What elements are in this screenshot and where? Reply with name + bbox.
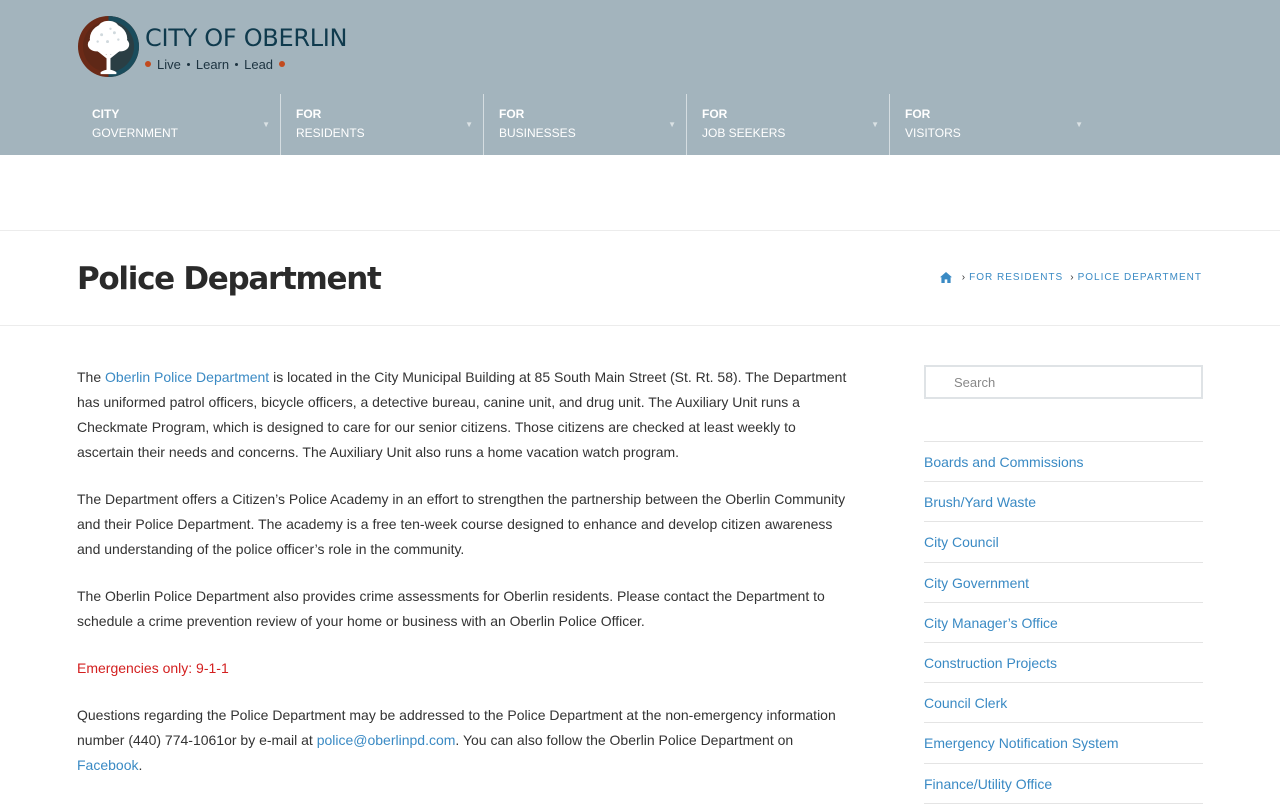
police-department-link[interactable]: Oberlin Police Department: [105, 369, 269, 385]
contact-paragraph: Questions regarding the Police Departmen…: [77, 703, 849, 778]
nav-item-bottom-label: JOB SEEKERS: [702, 126, 786, 140]
facebook-link[interactable]: Facebook: [77, 757, 138, 773]
sidebar-item-construction-projects[interactable]: Construction Projects: [924, 643, 1203, 684]
nav-item-residents[interactable]: FOR RESIDENTS ▼: [281, 94, 484, 155]
sidebar-item-city-government[interactable]: City Government: [924, 563, 1203, 603]
tagline-word: Learn: [195, 56, 230, 72]
nav-item-top-label: FOR: [296, 107, 322, 121]
breadcrumb-police-department[interactable]: POLICE DEPARTMENT: [1078, 272, 1202, 283]
sidebar-item-city-managers-office[interactable]: City Manager’s Office: [924, 603, 1203, 643]
logo-tagline: Live Learn Lead: [145, 56, 286, 72]
paragraph-text: . You can also follow the Oberlin Police…: [455, 732, 794, 748]
sidebar-item-council-clerk[interactable]: Council Clerk: [924, 683, 1203, 724]
breadcrumb-separator-icon: ›: [961, 272, 967, 283]
paragraph-text: The: [77, 369, 106, 385]
tagline-dot-icon: [279, 61, 286, 67]
tagline-word: Lead: [244, 56, 274, 72]
logo-title: CITY OF OBERLIN: [145, 24, 348, 52]
emergency-notice: Emergencies only: 9-1-1: [77, 660, 229, 676]
main-nav: CITY GOVERNMENT ▼ FOR RESIDENTS ▼ FOR BU…: [77, 94, 1093, 155]
home-icon[interactable]: [939, 272, 952, 283]
site-header: CITY OF OBERLIN Live Learn Lead CITY GOV…: [0, 0, 1280, 155]
search-input[interactable]: [926, 367, 1201, 397]
nav-item-job-seekers[interactable]: FOR JOB SEEKERS ▼: [687, 94, 890, 155]
chevron-down-icon: ▼: [668, 120, 676, 129]
sidebar: Boards and Commissions Brush/Yard Waste …: [924, 365, 1203, 804]
nav-item-visitors[interactable]: FOR VISITORS ▼: [890, 94, 1093, 155]
breadcrumb: › FOR RESIDENTS › POLICE DEPARTMENT: [939, 272, 1202, 283]
nav-item-bottom-label: RESIDENTS: [296, 126, 365, 140]
nav-item-bottom-label: GOVERNMENT: [92, 126, 179, 140]
chevron-down-icon: ▼: [871, 120, 879, 129]
nav-item-businesses[interactable]: FOR BUSINESSES ▼: [484, 94, 687, 155]
chevron-down-icon: ▼: [262, 120, 270, 129]
chevron-down-icon: ▼: [1075, 120, 1083, 129]
paragraph-text: .: [138, 757, 143, 773]
nav-item-bottom-label: BUSINESSES: [499, 126, 576, 140]
sidebar-item-finance-utility-office[interactable]: Finance/Utility Office: [924, 764, 1203, 804]
nav-item-bottom-label: VISITORS: [905, 126, 961, 140]
search-box: [924, 365, 1203, 399]
sidebar-links: Boards and Commissions Brush/Yard Waste …: [924, 441, 1203, 804]
breadcrumb-separator-icon: ›: [1070, 272, 1075, 283]
tagline-dot-icon: [145, 61, 151, 67]
tree-emblem-icon: [77, 15, 140, 78]
breadcrumb-for-residents[interactable]: FOR RESIDENTS: [969, 272, 1063, 283]
crime-assessment-paragraph: The Oberlin Police Department also provi…: [77, 588, 825, 629]
page-title-bar: Police Department › FOR RESIDENTS › POLI…: [0, 230, 1280, 326]
academy-paragraph: The Department offers a Citizen’s Police…: [77, 491, 846, 557]
chevron-down-icon: ▼: [465, 120, 473, 129]
nav-item-top-label: FOR: [499, 107, 525, 121]
sidebar-item-boards-and-commissions[interactable]: Boards and Commissions: [924, 442, 1203, 483]
nav-item-top-label: FOR: [702, 107, 728, 121]
tagline-word: Live: [157, 56, 181, 72]
sidebar-item-emergency-notification-system[interactable]: Emergency Notification System: [924, 723, 1203, 764]
tagline-separator-icon: [186, 62, 190, 66]
tagline-separator-icon: [235, 62, 239, 66]
main-content: The Oberlin Police Department is located…: [77, 365, 849, 800]
sidebar-item-brush-yard-waste[interactable]: Brush/Yard Waste: [924, 482, 1203, 523]
nav-item-top-label: FOR: [905, 107, 931, 121]
email-link[interactable]: police@oberlinpd.com: [317, 732, 456, 748]
page-title: Police Department: [77, 261, 382, 297]
sidebar-item-city-council[interactable]: City Council: [924, 522, 1203, 563]
intro-paragraph: The Oberlin Police Department is located…: [77, 365, 849, 465]
site-logo[interactable]: CITY OF OBERLIN Live Learn Lead: [77, 15, 367, 81]
nav-item-city-government[interactable]: CITY GOVERNMENT ▼: [77, 94, 281, 155]
nav-item-top-label: CITY: [92, 107, 120, 121]
